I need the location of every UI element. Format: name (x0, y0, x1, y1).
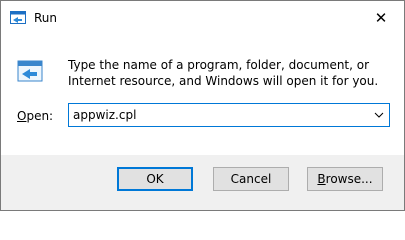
title-bar[interactable]: Run ✕ (1, 1, 404, 35)
button-bar: OK Cancel Browse... (1, 155, 404, 210)
browse-label-text: rowse... (325, 172, 373, 186)
browse-button-label: Browse... (317, 172, 372, 186)
ok-button[interactable]: OK (117, 167, 193, 191)
window-title: Run (34, 11, 58, 25)
cancel-button[interactable]: Cancel (213, 167, 289, 191)
cancel-button-label: Cancel (230, 172, 272, 186)
chevron-down-icon[interactable] (373, 109, 385, 121)
run-large-icon (17, 60, 43, 82)
browse-button[interactable]: Browse... (307, 167, 383, 191)
run-dialog: Run ✕ Type the name of a program, folder… (0, 0, 405, 211)
open-label: Open: (17, 109, 53, 123)
run-icon (10, 11, 26, 24)
open-input[interactable]: appwiz.cpl (73, 108, 136, 122)
close-button[interactable]: ✕ (358, 1, 404, 35)
close-icon: ✕ (374, 9, 388, 27)
ok-button-label: OK (146, 172, 164, 186)
open-label-text: pen: (26, 109, 54, 123)
open-combobox[interactable]: appwiz.cpl (68, 103, 390, 127)
browse-accelerator: B (317, 172, 326, 186)
dialog-description: Type the name of a program, folder, docu… (68, 58, 379, 88)
dialog-body: Type the name of a program, folder, docu… (1, 35, 404, 155)
